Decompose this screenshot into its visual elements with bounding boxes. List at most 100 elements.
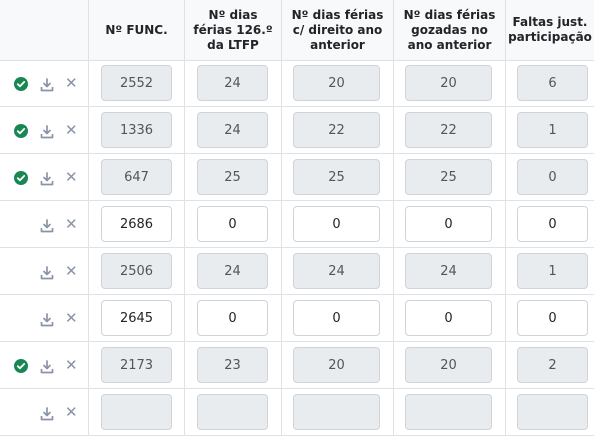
ferias-gozadas-field[interactable]: 20 bbox=[405, 347, 492, 383]
func-field[interactable]: 2686 bbox=[101, 206, 172, 242]
header-func: Nº FUNC. bbox=[88, 0, 184, 60]
func-field[interactable]: 2645 bbox=[101, 300, 172, 336]
ferias-direito-field[interactable]: 0 bbox=[293, 206, 380, 242]
ferias-126-field[interactable]: 23 bbox=[197, 347, 268, 383]
table-row: ✕ bbox=[0, 389, 594, 436]
column-divider bbox=[184, 295, 185, 341]
check-circle-icon bbox=[14, 124, 28, 138]
row-actions: ✕ bbox=[0, 295, 88, 342]
row-actions: ✕ bbox=[0, 154, 88, 201]
column-divider bbox=[393, 60, 394, 106]
ferias-gozadas-field[interactable]: 25 bbox=[405, 159, 492, 195]
check-circle-icon bbox=[14, 359, 28, 373]
column-divider bbox=[393, 342, 394, 388]
faltas-field[interactable]: 0 bbox=[517, 159, 588, 195]
table-row: ✕ 2173 23 20 20 2 bbox=[0, 342, 594, 389]
close-icon[interactable]: ✕ bbox=[65, 122, 78, 138]
header-faltas: Faltas just. participação bbox=[505, 0, 594, 60]
table-header: Nº FUNC. Nº dias férias 126.º da LTFP Nº… bbox=[0, 0, 594, 61]
download-icon[interactable] bbox=[40, 359, 54, 374]
column-divider bbox=[281, 60, 282, 106]
ferias-126-field[interactable]: 24 bbox=[197, 65, 268, 101]
column-divider bbox=[505, 248, 506, 294]
column-divider bbox=[88, 60, 89, 106]
faltas-field[interactable] bbox=[517, 394, 588, 430]
download-icon[interactable] bbox=[40, 312, 54, 327]
download-icon[interactable] bbox=[40, 171, 54, 186]
header-ferias-gozadas: Nº dias férias gozadas no ano anterior bbox=[393, 0, 505, 60]
faltas-field[interactable]: 6 bbox=[517, 65, 588, 101]
ferias-gozadas-field[interactable]: 0 bbox=[405, 300, 492, 336]
close-icon[interactable]: ✕ bbox=[65, 263, 78, 279]
ferias-gozadas-field[interactable]: 22 bbox=[405, 112, 492, 148]
table-row: ✕ 2686 0 0 0 0 bbox=[0, 201, 594, 248]
ferias-126-field[interactable]: 24 bbox=[197, 112, 268, 148]
ferias-gozadas-field[interactable] bbox=[405, 394, 492, 430]
column-divider bbox=[184, 342, 185, 388]
column-divider bbox=[505, 107, 506, 153]
func-field[interactable]: 2506 bbox=[101, 253, 172, 289]
ferias-direito-field[interactable]: 22 bbox=[293, 112, 380, 148]
column-divider bbox=[281, 295, 282, 341]
close-icon[interactable]: ✕ bbox=[65, 310, 78, 326]
faltas-field[interactable]: 2 bbox=[517, 347, 588, 383]
close-icon[interactable]: ✕ bbox=[65, 75, 78, 91]
ferias-direito-field[interactable]: 20 bbox=[293, 65, 380, 101]
column-divider bbox=[505, 154, 506, 200]
ferias-direito-field[interactable]: 20 bbox=[293, 347, 380, 383]
ferias-gozadas-field[interactable]: 20 bbox=[405, 65, 492, 101]
row-actions: ✕ bbox=[0, 342, 88, 389]
download-icon[interactable] bbox=[40, 77, 54, 92]
func-field[interactable]: 647 bbox=[101, 159, 172, 195]
ferias-126-field[interactable]: 24 bbox=[197, 253, 268, 289]
column-divider bbox=[88, 201, 89, 247]
faltas-field[interactable]: 1 bbox=[517, 253, 588, 289]
header-ferias-126: Nº dias férias 126.º da LTFP bbox=[184, 0, 281, 60]
download-icon[interactable] bbox=[40, 265, 54, 280]
row-actions: ✕ bbox=[0, 248, 88, 295]
column-divider bbox=[88, 107, 89, 153]
column-divider bbox=[88, 342, 89, 388]
func-field[interactable] bbox=[101, 394, 172, 430]
employee-vacation-table: Nº FUNC. Nº dias férias 126.º da LTFP Nº… bbox=[0, 0, 594, 436]
faltas-field[interactable]: 0 bbox=[517, 300, 588, 336]
ferias-direito-field[interactable]: 24 bbox=[293, 253, 380, 289]
column-divider bbox=[88, 248, 89, 294]
ferias-126-field[interactable]: 0 bbox=[197, 300, 268, 336]
ferias-direito-field[interactable]: 0 bbox=[293, 300, 380, 336]
close-icon[interactable]: ✕ bbox=[65, 169, 78, 185]
download-icon[interactable] bbox=[40, 218, 54, 233]
ferias-126-field[interactable]: 25 bbox=[197, 159, 268, 195]
close-icon[interactable]: ✕ bbox=[65, 404, 78, 420]
table-row: ✕ 2552 24 20 20 6 bbox=[0, 60, 594, 107]
column-divider bbox=[281, 248, 282, 294]
func-field[interactable]: 1336 bbox=[101, 112, 172, 148]
close-icon[interactable]: ✕ bbox=[65, 216, 78, 232]
ferias-126-field[interactable]: 0 bbox=[197, 206, 268, 242]
column-divider bbox=[281, 201, 282, 247]
faltas-field[interactable]: 0 bbox=[517, 206, 588, 242]
column-divider bbox=[281, 107, 282, 153]
column-divider bbox=[184, 201, 185, 247]
ferias-gozadas-field[interactable]: 0 bbox=[405, 206, 492, 242]
column-divider bbox=[505, 295, 506, 341]
func-field[interactable]: 2552 bbox=[101, 65, 172, 101]
check-circle-icon bbox=[14, 77, 28, 91]
ferias-gozadas-field[interactable]: 24 bbox=[405, 253, 492, 289]
table-row: ✕ 647 25 25 25 0 bbox=[0, 154, 594, 201]
ferias-direito-field[interactable]: 25 bbox=[293, 159, 380, 195]
column-divider bbox=[184, 107, 185, 153]
column-divider bbox=[184, 154, 185, 200]
ferias-direito-field[interactable] bbox=[293, 394, 380, 430]
column-divider bbox=[393, 107, 394, 153]
column-divider bbox=[88, 154, 89, 200]
func-field[interactable]: 2173 bbox=[101, 347, 172, 383]
download-icon[interactable] bbox=[40, 124, 54, 139]
close-icon[interactable]: ✕ bbox=[65, 357, 78, 373]
faltas-field[interactable]: 1 bbox=[517, 112, 588, 148]
check-circle-icon bbox=[14, 171, 28, 185]
download-icon[interactable] bbox=[40, 406, 54, 421]
table-row: ✕ 2645 0 0 0 0 bbox=[0, 295, 594, 342]
ferias-126-field[interactable] bbox=[197, 394, 268, 430]
table-row: ✕ 1336 24 22 22 1 bbox=[0, 107, 594, 154]
